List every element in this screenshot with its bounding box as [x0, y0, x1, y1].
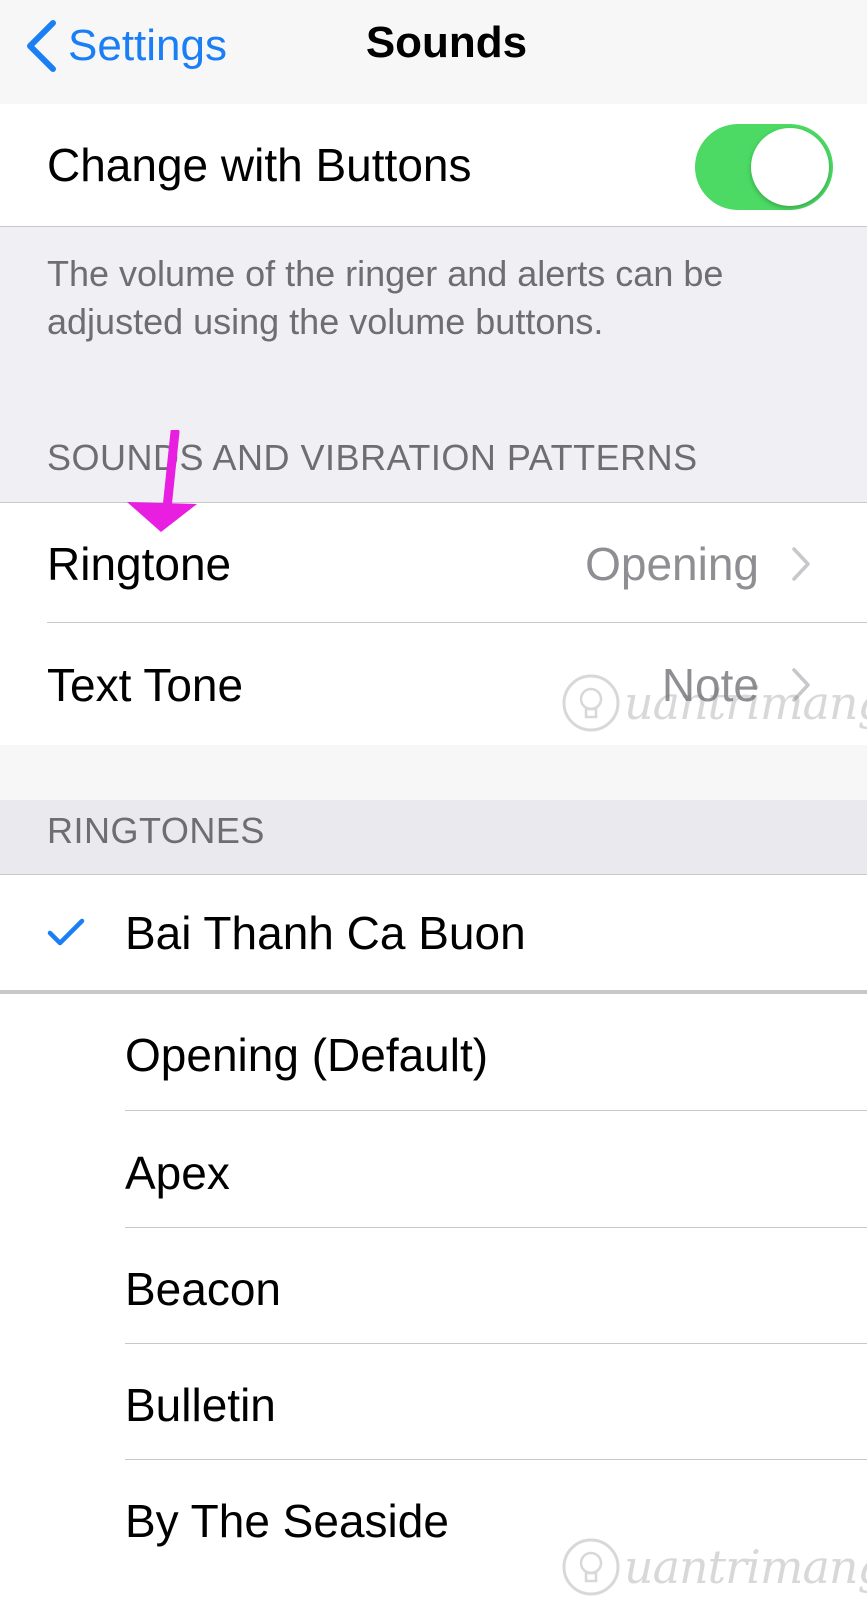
section-gap — [0, 745, 867, 800]
annotation-arrow-icon — [127, 430, 197, 532]
page-title: Sounds — [365, 18, 528, 67]
change-with-buttons-toggle[interactable] — [695, 124, 833, 210]
toggle-knob — [751, 128, 829, 206]
ringtone-value: Opening — [585, 538, 759, 590]
ringtone-list-item[interactable]: Apex — [125, 1146, 230, 1200]
divider — [125, 1343, 867, 1344]
section-header-ringtones: RINGTONES — [47, 810, 265, 851]
change-with-buttons-label: Change with Buttons — [47, 139, 472, 191]
ringtone-name: Bai Thanh Ca Buon — [125, 907, 526, 959]
watermark-text: uantrimang — [624, 676, 867, 730]
divider — [125, 1227, 867, 1228]
divider — [0, 226, 867, 227]
lightbulb-icon — [562, 674, 620, 732]
chevron-right-icon — [792, 547, 810, 581]
lightbulb-icon — [562, 1538, 620, 1596]
watermark-text: uantrimang — [624, 1540, 867, 1594]
ringtone-list-item[interactable]: By The Seaside — [125, 1494, 449, 1548]
checkmark-icon — [47, 918, 85, 946]
divider — [125, 1459, 867, 1460]
ringtone-list-item[interactable]: Bulletin — [125, 1378, 276, 1432]
change-with-buttons-footer: The volume of the ringer and alerts can … — [47, 253, 724, 342]
text-tone-label: Text Tone — [47, 659, 244, 711]
ringtone-list-item[interactable]: Opening (Default) — [125, 1028, 488, 1082]
ringtone-label: Ringtone — [47, 538, 232, 590]
ringtone-list-item[interactable]: Beacon — [125, 1262, 281, 1316]
divider — [125, 1110, 867, 1111]
